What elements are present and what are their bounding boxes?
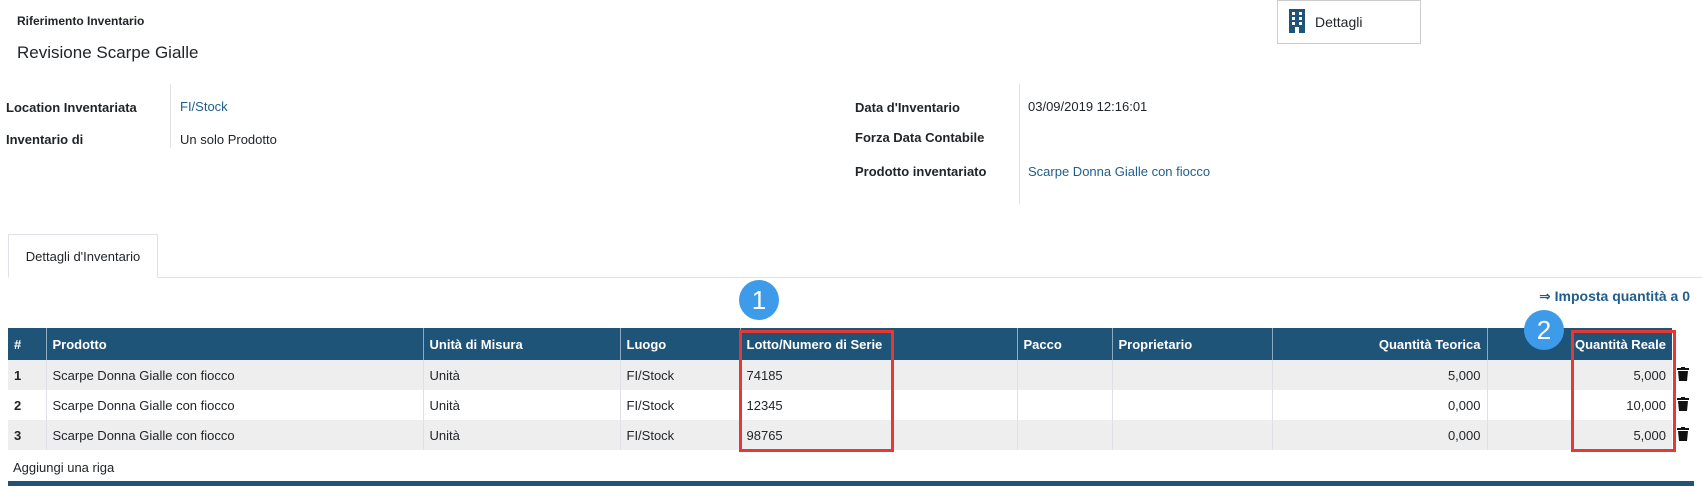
row-uom[interactable]: Unità [422,360,620,390]
row-package[interactable] [1016,420,1112,450]
column-header-theoretical-qty[interactable]: Quantità Teorica [1271,328,1487,360]
location-label: Location Inventariata [6,100,137,115]
inventoried-product-label: Prodotto inventariato [855,164,987,179]
highlight-box-lot-serial [739,330,894,452]
inventoried-product-value[interactable]: Scarpe Donna Gialle con fiocco [1028,164,1210,179]
row-owner[interactable] [1111,420,1272,450]
row-owner[interactable] [1111,360,1272,390]
column-header-location[interactable]: Luogo [619,328,740,360]
row-location[interactable]: FI/Stock [619,390,740,420]
highlight-box-real-qty [1571,330,1676,452]
details-button[interactable]: Dettagli [1277,0,1421,44]
annotation-badge-2: 2 [1524,310,1564,350]
row-location[interactable]: FI/Stock [619,420,740,450]
column-header-package[interactable]: Pacco [1016,328,1112,360]
row-product[interactable]: Scarpe Donna Gialle con fiocco [45,360,423,390]
row-theoretical-qty: 0,000 [1271,420,1487,450]
inventory-date-value[interactable]: 03/09/2019 12:16:01 [1028,99,1147,114]
column-header-owner[interactable]: Proprietario [1111,328,1272,360]
row-index: 2 [8,390,46,420]
building-icon [1288,8,1306,36]
column-header-uom[interactable]: Unità di Misura [422,328,620,360]
inventory-of-value[interactable]: Un solo Prodotto [180,132,277,147]
right-field-separator [1019,84,1020,204]
table-footer-band [8,481,1694,486]
row-index: 1 [8,360,46,390]
inventory-reference-name[interactable]: Revisione Scarpe Gialle [17,43,198,63]
column-header-product[interactable]: Prodotto [45,328,423,360]
row-theoretical-qty: 5,000 [1271,360,1487,390]
row-product[interactable]: Scarpe Donna Gialle con fiocco [45,390,423,420]
row-package[interactable] [1016,360,1112,390]
column-header-index[interactable]: # [8,328,46,360]
annotation-badge-1: 1 [739,280,779,320]
set-quantity-zero-button[interactable]: ⇒ Imposta quantità a 0 [1539,288,1690,305]
tab-bar-divider [8,277,1702,278]
force-accounting-date-label: Forza Data Contabile [855,130,985,145]
left-field-separator [170,84,171,148]
tab-inventory-details[interactable]: Dettagli d'Inventario [8,234,158,278]
reference-label: Riferimento Inventario [17,14,145,28]
row-uom[interactable]: Unità [422,390,620,420]
add-line-link[interactable]: Aggiungi una riga [13,460,114,475]
row-package[interactable] [1016,390,1112,420]
row-location[interactable]: FI/Stock [619,360,740,390]
row-theoretical-qty: 0,000 [1271,390,1487,420]
row-product[interactable]: Scarpe Donna Gialle con fiocco [45,420,423,450]
row-owner[interactable] [1111,390,1272,420]
row-uom[interactable]: Unità [422,420,620,450]
details-button-label: Dettagli [1315,14,1363,30]
inventory-of-label: Inventario di [6,132,84,147]
inventory-date-label: Data d'Inventario [855,100,960,115]
row-index: 3 [8,420,46,450]
location-value[interactable]: FI/Stock [180,99,228,114]
